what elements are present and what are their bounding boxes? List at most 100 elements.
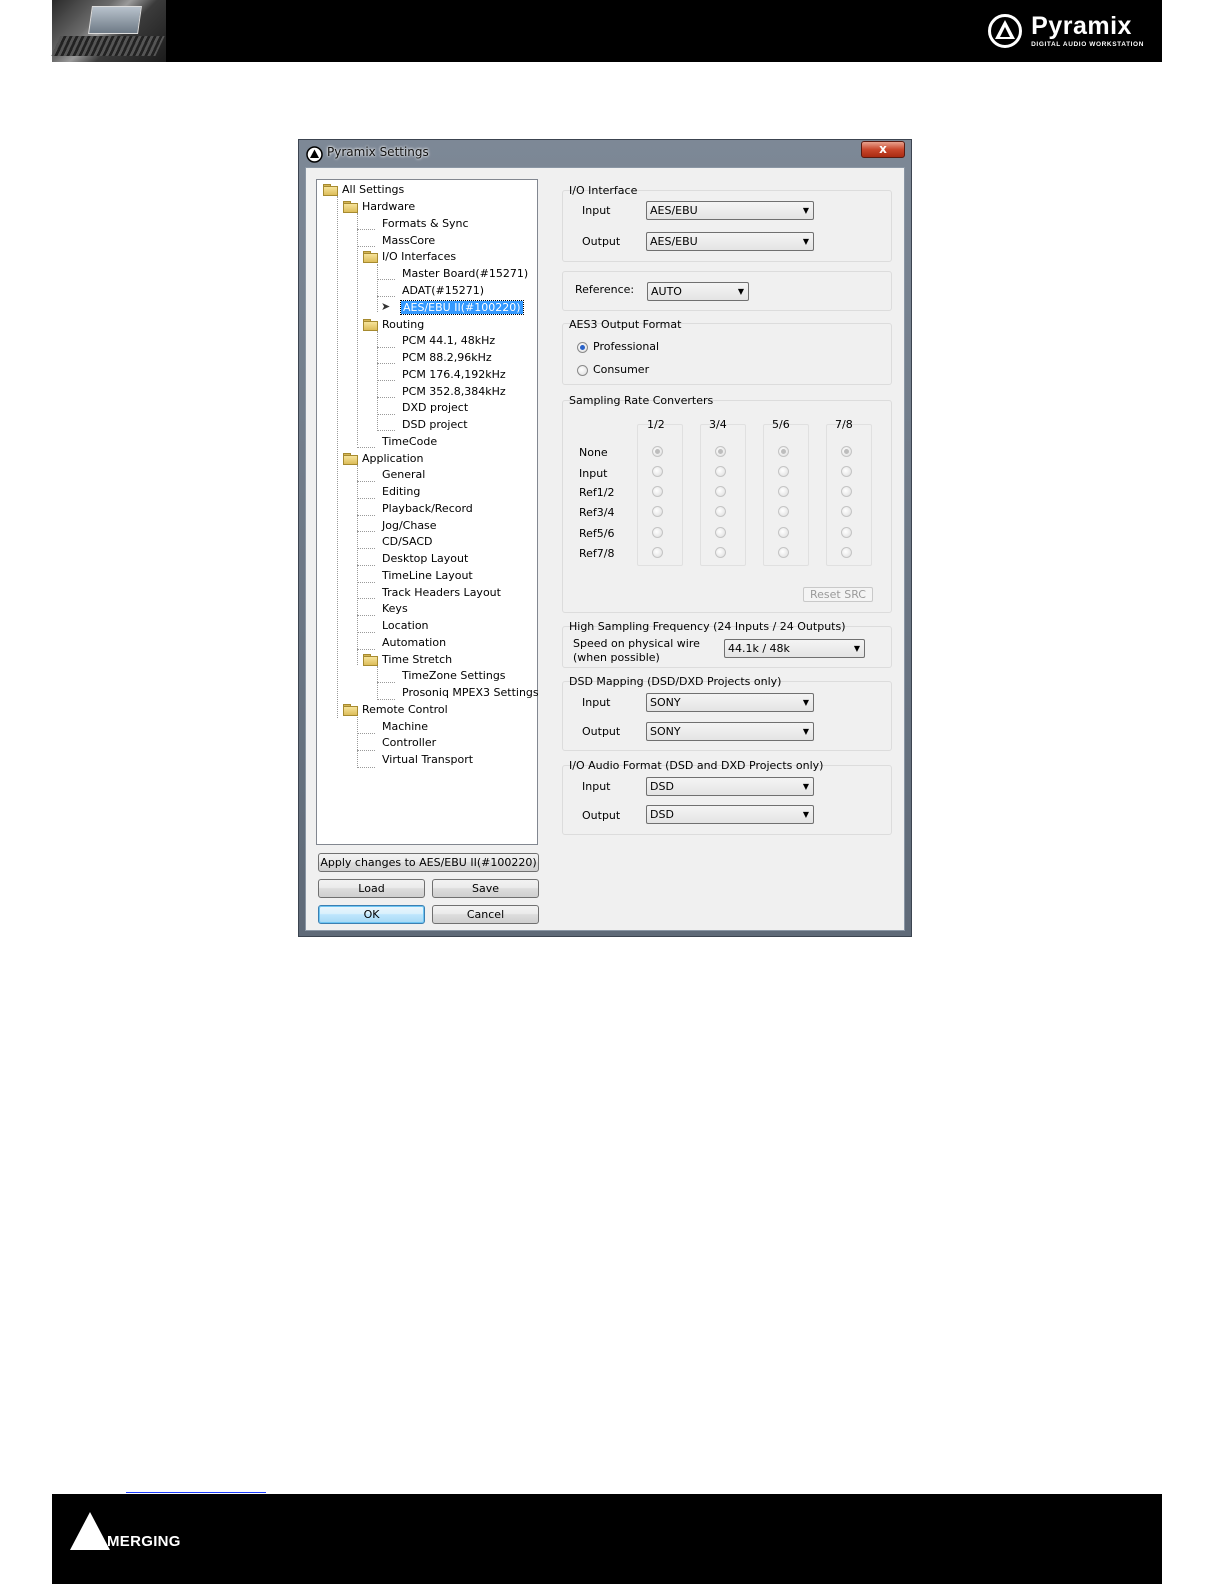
sampling-rate-converters-title: Sampling Rate Converters (569, 394, 714, 407)
src-row-ref78: Ref7/8 (579, 547, 615, 560)
tree-item-pcm-176-192[interactable]: PCM 176.4,192kHz (402, 366, 506, 382)
tree-item-virtual-transport[interactable]: Virtual Transport (382, 751, 473, 767)
save-button[interactable]: Save (432, 879, 539, 898)
tree-item-dsd-project[interactable]: DSD project (402, 416, 468, 432)
dropdown-arrow-icon: ▼ (802, 206, 809, 215)
tree-item-remote-control[interactable]: Remote Control (343, 701, 448, 717)
src-radio-5-6-none[interactable] (778, 446, 789, 457)
tree-item-keys[interactable]: Keys (382, 600, 408, 616)
dsd-input-select[interactable]: SONY ▼ (646, 693, 814, 712)
dropdown-arrow-icon: ▼ (802, 810, 809, 819)
src-radio-7-8-ref78[interactable] (841, 547, 852, 558)
folder-open-icon (363, 318, 378, 331)
load-button[interactable]: Load (318, 879, 425, 898)
tree-item-pcm-352-384[interactable]: PCM 352.8,384kHz (402, 383, 506, 399)
src-radio-1-2-input[interactable] (652, 466, 663, 477)
src-radio-5-6-ref78[interactable] (778, 547, 789, 558)
tree-item-controller[interactable]: Controller (382, 734, 436, 750)
src-radio-5-6-ref56[interactable] (778, 527, 789, 538)
src-radio-3-4-ref12[interactable] (715, 486, 726, 497)
ok-button[interactable]: OK (318, 905, 425, 924)
audio-format-input-label: Input (582, 780, 611, 793)
tree-item-jog-chase[interactable]: Jog/Chase (382, 517, 437, 533)
tree-item-desktop-layout[interactable]: Desktop Layout (382, 550, 468, 566)
src-radio-7-8-ref34[interactable] (841, 506, 852, 517)
tree-item-pcm-44-48[interactable]: PCM 44.1, 48kHz (402, 332, 495, 348)
tree-item-io-interfaces[interactable]: I/O Interfaces (363, 248, 456, 264)
tree-item-pcm-88-96[interactable]: PCM 88.2,96kHz (402, 349, 492, 365)
tree-item-cd-sacd[interactable]: CD/SACD (382, 533, 433, 549)
apply-changes-button[interactable]: Apply changes to AES/EBU II(#100220) (318, 853, 539, 872)
tree-item-editing[interactable]: Editing (382, 483, 420, 499)
tree-item-adat[interactable]: ADAT(#15271) (402, 282, 484, 298)
tree-item-routing[interactable]: Routing (363, 316, 424, 332)
tree-item-prosoniq-mpex3[interactable]: Prosoniq MPEX3 Settings (402, 684, 539, 700)
title-bar[interactable]: Pyramix Settings x (299, 140, 911, 167)
audio-format-output-select[interactable]: DSD ▼ (646, 805, 814, 824)
reset-src-button[interactable]: Reset SRC (803, 587, 873, 602)
tree-item-aes-ebu-ii[interactable]: AES/EBU II(#100220) (400, 299, 524, 315)
cancel-button[interactable]: Cancel (432, 905, 539, 924)
dropdown-arrow-icon: ▼ (853, 644, 860, 653)
speed-label-line2: (when possible) (573, 651, 660, 664)
close-button[interactable]: x (861, 141, 905, 158)
footer-link-underline[interactable] (126, 1492, 266, 1493)
src-radio-1-2-ref12[interactable] (652, 486, 663, 497)
tree-item-track-headers-layout[interactable]: Track Headers Layout (382, 584, 501, 600)
settings-tree[interactable]: All Settings Hardware Formats & Sync Mas… (316, 179, 539, 845)
src-radio-1-2-ref78[interactable] (652, 547, 663, 558)
folder-open-icon (323, 183, 338, 196)
speed-select[interactable]: 44.1k / 48k ▼ (724, 639, 865, 658)
tree-item-automation[interactable]: Automation (382, 634, 446, 650)
tree-item-hardware[interactable]: Hardware (343, 198, 415, 214)
src-radio-5-6-ref34[interactable] (778, 506, 789, 517)
tree-item-application[interactable]: Application (343, 450, 423, 466)
consumer-radio[interactable] (577, 365, 588, 376)
src-radio-3-4-ref78[interactable] (715, 547, 726, 558)
dsd-output-select[interactable]: SONY ▼ (646, 722, 814, 741)
src-radio-7-8-ref56[interactable] (841, 527, 852, 538)
merging-wordmark: MERGING (107, 1533, 181, 1550)
tree-item-timeline-layout[interactable]: TimeLine Layout (382, 567, 473, 583)
src-radio-3-4-none[interactable] (715, 446, 726, 457)
io-audio-format-title: I/O Audio Format (DSD and DXD Projects o… (569, 759, 824, 772)
tree-item-playback-record[interactable]: Playback/Record (382, 500, 473, 516)
src-radio-3-4-input[interactable] (715, 466, 726, 477)
tree-item-masscore[interactable]: MassCore (382, 232, 435, 248)
tree-item-timecode[interactable]: TimeCode (382, 433, 437, 449)
tree-item-time-stretch[interactable]: Time Stretch (363, 651, 452, 667)
src-radio-7-8-none[interactable] (841, 446, 852, 457)
src-radio-3-4-ref56[interactable] (715, 527, 726, 538)
tree-item-timezone-settings[interactable]: TimeZone Settings (402, 667, 506, 683)
tree-item-location[interactable]: Location (382, 617, 429, 633)
src-radio-1-2-ref34[interactable] (652, 506, 663, 517)
src-row-ref56: Ref5/6 (579, 527, 615, 540)
tree-item-dxd-project[interactable]: DXD project (402, 399, 468, 415)
dsd-input-label: Input (582, 696, 611, 709)
io-output-select[interactable]: AES/EBU ▼ (646, 232, 814, 251)
tree-item-machine[interactable]: Machine (382, 718, 428, 734)
src-radio-1-2-none[interactable] (652, 446, 663, 457)
src-col-1-2: 1/2 (647, 418, 665, 431)
src-radio-7-8-input[interactable] (841, 466, 852, 477)
dialog-client-area: All Settings Hardware Formats & Sync Mas… (305, 167, 905, 931)
src-radio-5-6-input[interactable] (778, 466, 789, 477)
merging-logo: MERGING (70, 1512, 181, 1550)
professional-radio[interactable] (577, 342, 588, 353)
folder-open-icon (363, 250, 378, 263)
audio-format-input-select[interactable]: DSD ▼ (646, 777, 814, 796)
dropdown-arrow-icon: ▼ (802, 727, 809, 736)
tree-item-all-settings[interactable]: All Settings (323, 181, 404, 197)
pyramix-settings-dialog: Pyramix Settings x All Settings Hardware… (298, 139, 912, 937)
io-input-select[interactable]: AES/EBU ▼ (646, 201, 814, 220)
src-radio-1-2-ref56[interactable] (652, 527, 663, 538)
tree-item-general[interactable]: General (382, 466, 425, 482)
src-radio-5-6-ref12[interactable] (778, 486, 789, 497)
page-footer: MERGING (52, 1492, 1162, 1584)
src-radio-3-4-ref34[interactable] (715, 506, 726, 517)
tree-item-formats-sync[interactable]: Formats & Sync (382, 215, 469, 231)
reference-select[interactable]: AUTO ▼ (647, 282, 749, 301)
src-radio-7-8-ref12[interactable] (841, 486, 852, 497)
aes3-output-format-title: AES3 Output Format (569, 318, 682, 331)
tree-item-master-board[interactable]: Master Board(#15271) (402, 265, 528, 281)
